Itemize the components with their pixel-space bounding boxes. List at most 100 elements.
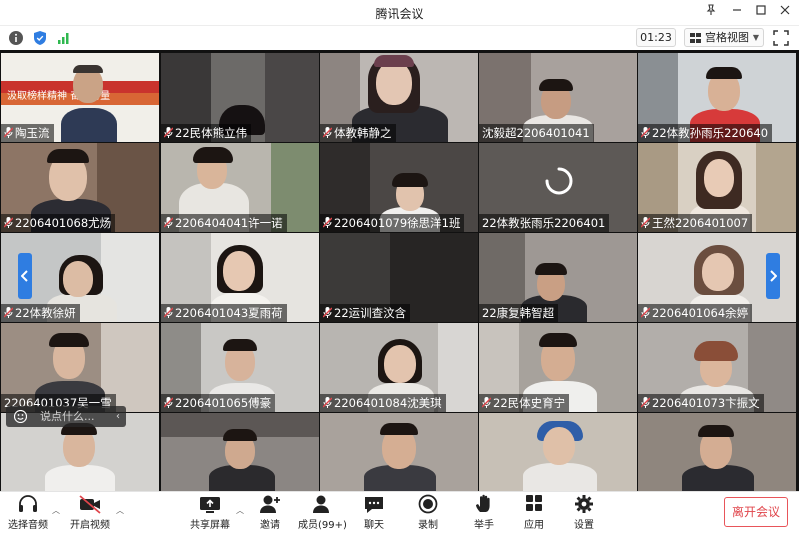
fullscreen-icon[interactable] (772, 29, 790, 47)
apps-button[interactable]: 应用 (518, 494, 550, 532)
emoji-icon[interactable] (14, 410, 27, 423)
meeting-timer: 01:23 (636, 28, 676, 47)
audio-label: 选择音频 (8, 520, 48, 531)
record-label: 录制 (418, 520, 438, 531)
mic-muted-icon (164, 127, 173, 138)
video-tile[interactable]: 2206404041许一诺 (161, 143, 319, 232)
participant-name: 22体教孙雨乐220640 (638, 124, 773, 142)
mic-muted-icon (482, 397, 491, 408)
video-tile[interactable]: 22体教张雨乐2206401 (479, 143, 637, 232)
close-icon[interactable] (774, 3, 796, 23)
video-tile[interactable]: 2206401037吴一雪 (1, 323, 159, 412)
raise-hand-icon (476, 494, 490, 512)
participant-name: 沈毅超2206401041 (479, 124, 594, 142)
video-tile[interactable]: 汲取榜样精神 奋进力量 陶玉流 (1, 53, 159, 142)
chat-label: 聊天 (364, 520, 384, 531)
video-tile[interactable]: 22运训查汶含 (320, 233, 478, 322)
video-tile[interactable]: 2206401068尤炀 (1, 143, 159, 232)
video-tile[interactable]: 2206401079徐思洋1班 (320, 143, 478, 232)
invite-button[interactable]: 邀请 (254, 494, 286, 532)
title-bar: 腾讯会议 (0, 0, 799, 26)
share-label: 共享屏幕 (190, 520, 230, 531)
video-tile[interactable]: 22体教孙雨乐220640 (638, 53, 796, 142)
video-tile[interactable]: 2206401073卞振文 (638, 323, 796, 412)
audio-button[interactable]: 选择音频 (6, 494, 50, 532)
chevron-up-icon[interactable]: ︿ (52, 505, 60, 516)
maximize-icon[interactable] (750, 3, 772, 23)
mic-muted-icon (164, 397, 173, 408)
loading-spinner-icon (545, 167, 573, 195)
chat-button[interactable]: 聊天 (358, 494, 390, 532)
mic-muted-icon (164, 307, 173, 318)
mic-muted-icon (641, 307, 650, 318)
pin-icon[interactable] (700, 3, 722, 23)
video-tile[interactable]: 2206401084沈美琪 (320, 323, 478, 412)
participant-name: 王然2206401007 (638, 214, 753, 232)
members-icon (313, 495, 329, 513)
video-tile[interactable]: 22民体史育宁 (479, 323, 637, 412)
members-label: 成员(99+) (298, 520, 347, 531)
leave-meeting-button[interactable]: 离开会议 (724, 497, 788, 527)
chevron-up-icon[interactable]: ︿ (236, 505, 244, 516)
participant-name: 22民体熊立伟 (161, 124, 252, 142)
invite-user-icon (260, 495, 280, 513)
settings-button[interactable]: 设置 (568, 494, 600, 532)
video-tile[interactable] (320, 413, 478, 491)
video-button[interactable]: 开启视频 (66, 494, 114, 532)
participant-name: 2206401068尤炀 (1, 214, 116, 232)
mic-muted-icon (323, 397, 332, 408)
video-label: 开启视频 (70, 520, 110, 531)
mic-muted-icon (4, 307, 13, 318)
members-button[interactable]: 成员(99+) (298, 494, 347, 532)
grid-view-label: 宫格视图 (705, 31, 749, 44)
grid-view-button[interactable]: 宫格视图 ▼ (684, 28, 764, 47)
mic-muted-icon (323, 307, 332, 318)
participant-name: 2206401065傅豪 (161, 394, 276, 412)
mic-muted-icon (641, 397, 650, 408)
video-tile[interactable]: 22民体熊立伟 (161, 53, 319, 142)
record-button[interactable]: 录制 (412, 494, 444, 532)
invite-label: 邀请 (260, 520, 280, 531)
info-bar: 01:23 宫格视图 ▼ (0, 27, 799, 49)
signal-icon[interactable] (56, 30, 72, 46)
chevron-left-icon (21, 270, 28, 282)
participant-name: 2206401073卞振文 (638, 394, 764, 412)
window-title: 腾讯会议 (375, 7, 424, 21)
participant-name: 22康复韩智超 (479, 304, 559, 322)
video-tile[interactable]: 2206401065傅豪 (161, 323, 319, 412)
mic-muted-icon (323, 217, 332, 228)
info-icon[interactable] (8, 30, 24, 46)
chat-placeholder: 说点什么... (40, 410, 95, 423)
video-tile[interactable]: 体教韩静之 (320, 53, 478, 142)
gear-icon (575, 495, 593, 513)
participant-name: 2206401079徐思洋1班 (320, 214, 465, 232)
mic-muted-icon (641, 217, 650, 228)
chevron-up-icon[interactable]: ︿ (116, 505, 124, 516)
shield-icon[interactable] (32, 30, 48, 46)
video-tile[interactable] (161, 413, 319, 491)
video-tile[interactable]: 2206401043夏雨荷 (161, 233, 319, 322)
previous-page-button[interactable] (18, 253, 32, 299)
minimize-icon[interactable] (726, 3, 748, 23)
participant-name: 2206401064余婷 (638, 304, 753, 322)
raise-hand-button[interactable]: 举手 (468, 494, 500, 532)
share-screen-icon (200, 497, 220, 513)
participant-name: 22运训查汶含 (320, 304, 411, 322)
participant-name: 22体教张雨乐2206401 (479, 214, 610, 232)
chat-quick-input[interactable]: 说点什么... ‹ (6, 406, 126, 427)
video-tile[interactable]: 王然2206401007 (638, 143, 796, 232)
chat-bubble-icon (365, 497, 383, 513)
mic-muted-icon (164, 217, 173, 228)
video-tile[interactable]: 22康复韩智超 (479, 233, 637, 322)
chevron-right-icon (770, 270, 777, 282)
video-tile[interactable] (638, 413, 796, 491)
chevron-left-icon[interactable]: ‹ (116, 406, 120, 427)
participant-name: 陶玉流 (1, 124, 54, 142)
video-tile[interactable] (479, 413, 637, 491)
apps-grid-icon (526, 495, 542, 511)
next-page-button[interactable] (766, 253, 780, 299)
camera-off-icon (79, 495, 101, 514)
share-screen-button[interactable]: 共享屏幕 (186, 494, 234, 532)
video-tile[interactable]: 沈毅超2206401041 (479, 53, 637, 142)
record-icon (418, 494, 438, 514)
